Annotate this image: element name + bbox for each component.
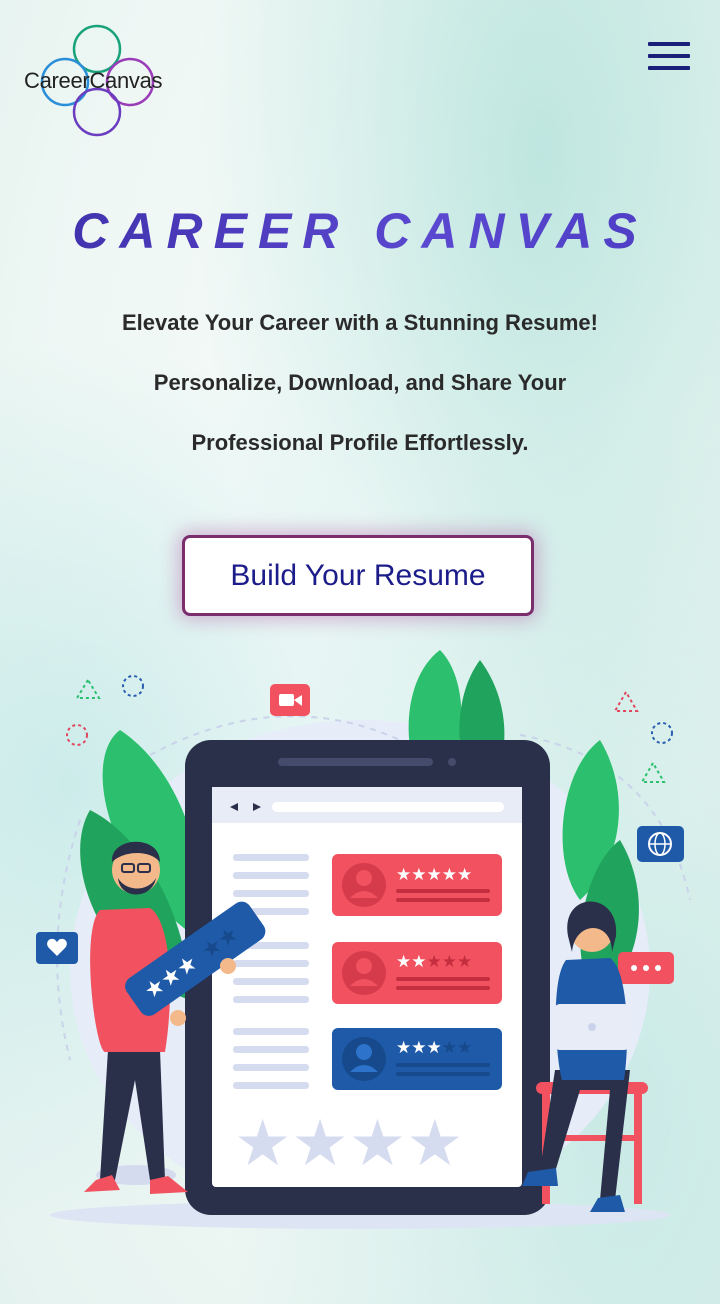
rating-card-3: ★★★★★: [332, 1028, 502, 1090]
heart-icon: [36, 932, 78, 964]
hamburger-menu-icon[interactable]: [648, 40, 692, 74]
build-resume-button[interactable]: Build Your Resume: [182, 535, 534, 616]
svg-text:★★★★★: ★★★★★: [396, 865, 472, 885]
tagline-line-2: Personalize, Download, and Share Your: [153, 370, 567, 395]
video-icon: [270, 684, 310, 716]
logo-text: CareerCanvas: [24, 68, 163, 93]
logo[interactable]: CareerCanvas: [22, 24, 172, 138]
rating-card-2: ★★★★★: [332, 942, 502, 1004]
svg-text:★★★★: ★★★★: [234, 1107, 464, 1181]
svg-text:★★★★★: ★★★★★: [396, 1038, 472, 1058]
tagline-line-3: Professional Profile Effortlessly.: [191, 430, 529, 455]
rating-card-1: ★★★★★: [332, 854, 502, 916]
resume-review-illustration: ★★★★★ ★★★★★ ★★★★★ ★★★★ ★★★ ★★: [36, 650, 691, 1229]
tagline-line-1: Elevate Your Career with a Stunning Resu…: [122, 310, 598, 335]
page-title: CAREER CANVAS: [0, 202, 720, 260]
svg-text:★★★★★: ★★★★★: [396, 952, 472, 972]
chat-icon: [618, 952, 674, 984]
globe-icon: [637, 826, 684, 862]
